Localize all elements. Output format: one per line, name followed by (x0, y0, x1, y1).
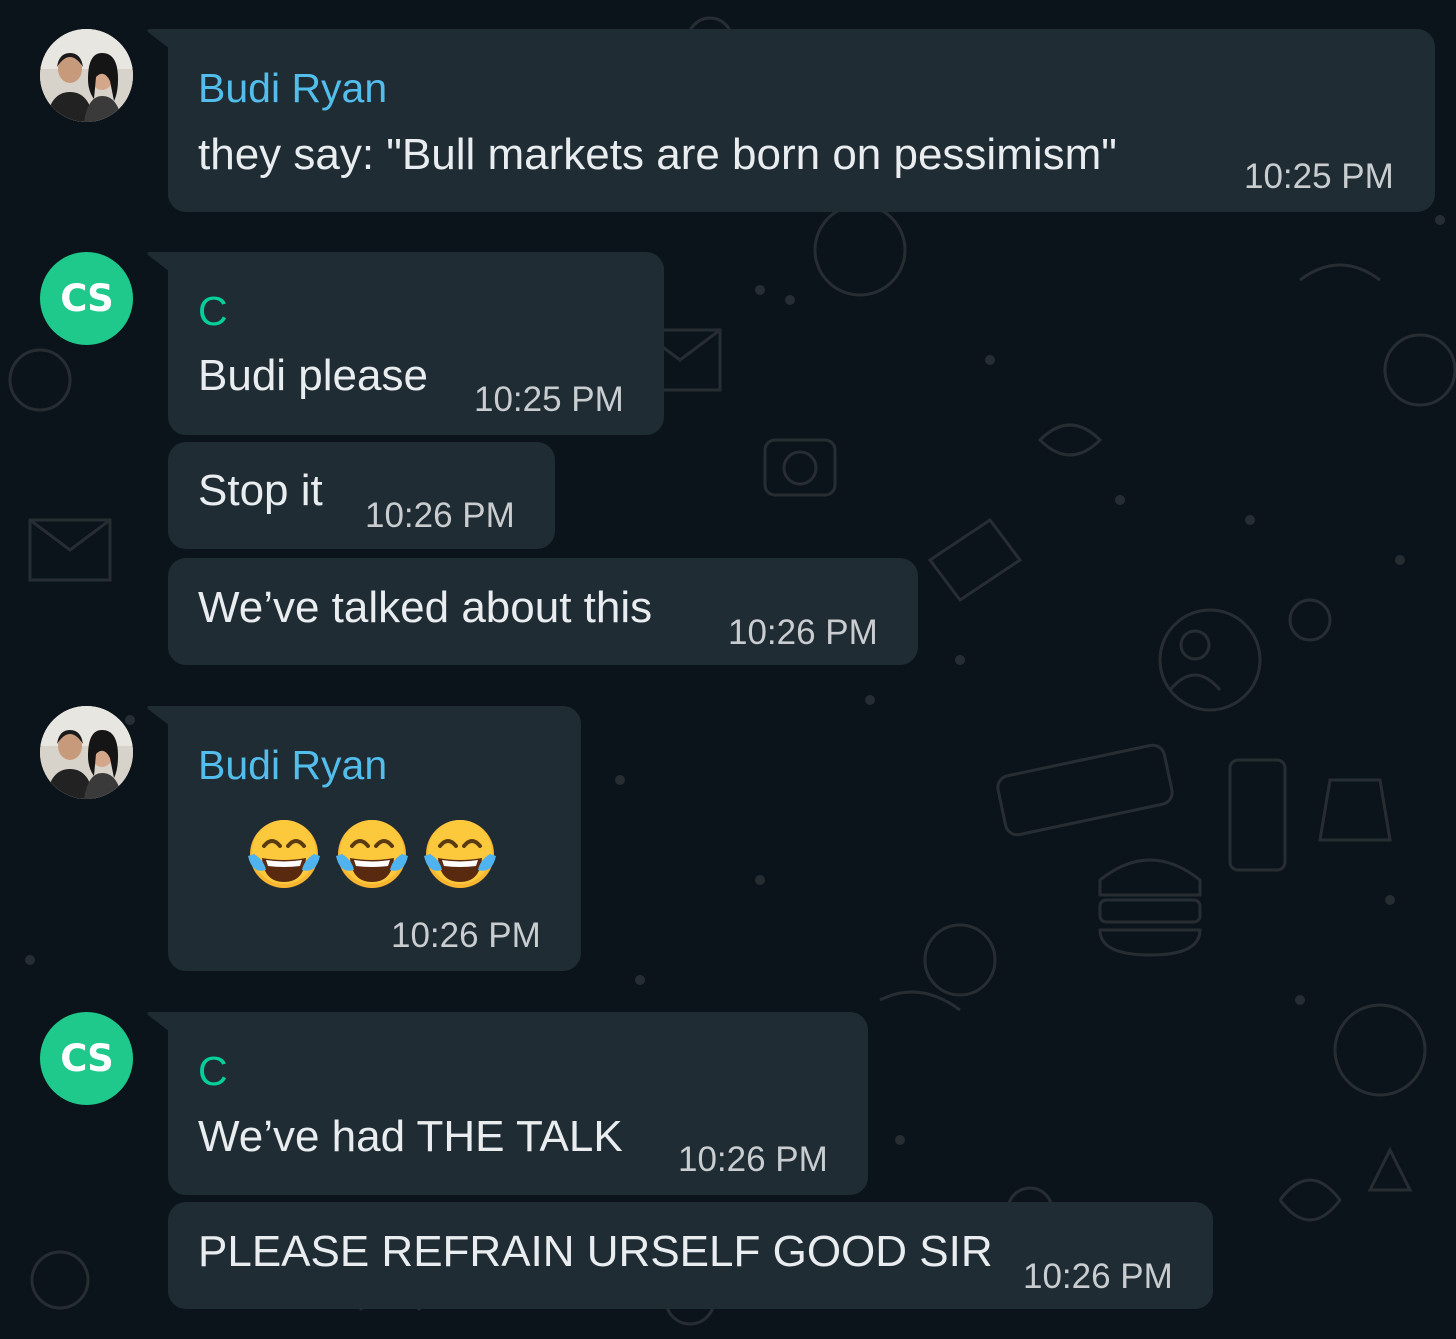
message-bubble[interactable]: We’ve talked about this 10:26 PM (168, 558, 918, 665)
avatar-c[interactable]: CS (40, 252, 133, 345)
message-bubble[interactable]: Budi Ryan they say: "Bull markets are bo… (147, 29, 1435, 212)
avatar-initials: CS (60, 1037, 113, 1080)
message-bubble[interactable]: Budi Ryan 10:26 PM (147, 706, 581, 971)
sender-name[interactable]: Budi Ryan (198, 64, 387, 112)
avatar-c[interactable]: CS (40, 1012, 133, 1105)
message-text: Budi please (198, 351, 428, 400)
avatar-photo-icon (40, 29, 133, 122)
message-timestamp: 10:26 PM (391, 916, 541, 955)
bubble-tail (147, 706, 170, 726)
face-with-tears-of-joy-icon (248, 820, 320, 888)
sender-name[interactable]: C (198, 287, 228, 335)
chat-messages: Budi Ryan they say: "Bull markets are bo… (0, 0, 1456, 1339)
message-text: We’ve talked about this (198, 583, 653, 632)
message-timestamp: 10:26 PM (1023, 1257, 1173, 1296)
message-timestamp: 10:26 PM (678, 1140, 828, 1179)
message-text: We’ve had THE TALK (198, 1112, 623, 1161)
message-timestamp: 10:26 PM (365, 496, 515, 535)
message-text: Stop it (198, 466, 323, 515)
message-text: they say: "Bull markets are born on pess… (198, 130, 1117, 179)
sender-name[interactable]: Budi Ryan (198, 741, 387, 789)
bubble-tail (147, 252, 170, 272)
avatar-budi-ryan[interactable] (40, 29, 133, 122)
avatar-photo-icon (40, 706, 133, 799)
bubble-tail (147, 29, 170, 49)
message-bubble[interactable]: C We’ve had THE TALK 10:26 PM (147, 1012, 868, 1195)
message-bubble[interactable]: Stop it 10:26 PM (168, 442, 555, 549)
message-bubble[interactable]: C Budi please 10:25 PM (147, 252, 664, 435)
message-text: PLEASE REFRAIN URSELF GOOD SIR (198, 1227, 993, 1276)
face-with-tears-of-joy-icon (336, 820, 408, 888)
message-timestamp: 10:26 PM (728, 613, 878, 652)
avatar-initials: CS (60, 277, 113, 320)
avatar-budi-ryan[interactable] (40, 706, 133, 799)
message-timestamp: 10:25 PM (1244, 157, 1394, 196)
message-timestamp: 10:25 PM (474, 380, 624, 419)
face-with-tears-of-joy-icon (424, 820, 496, 888)
bubble-tail (147, 1012, 170, 1032)
emoji-row (244, 816, 500, 896)
message-bubble[interactable]: PLEASE REFRAIN URSELF GOOD SIR 10:26 PM (168, 1202, 1213, 1309)
sender-name[interactable]: C (198, 1047, 228, 1095)
